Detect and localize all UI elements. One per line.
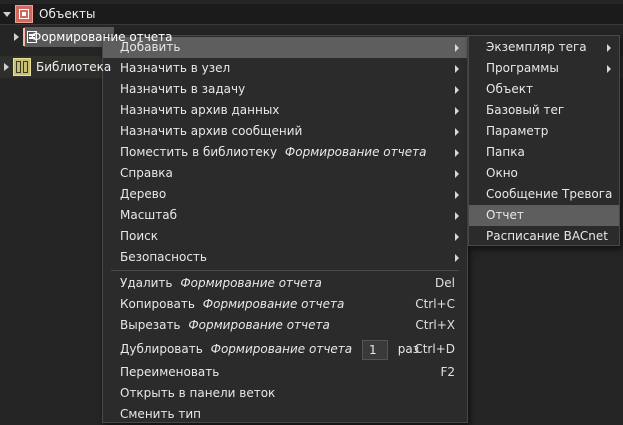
menu-item-label: Назначить в задачу [120,82,246,96]
submenu-item-report[interactable]: Отчет [469,205,619,226]
submenu-item-window[interactable]: Окно [469,163,619,184]
menu-item-open-in-branch-panel[interactable]: Открыть в панели веток [103,383,467,404]
objects-folder-icon [15,5,33,23]
submenu-arrow-icon [455,233,459,241]
menu-item-label: Переименовать [120,365,220,379]
menu-shortcut: Ctrl+C [415,297,455,311]
duplicate-count-input[interactable]: 1 [361,339,388,360]
menu-item-label: Вырезать [120,318,181,332]
submenu-arrow-icon [455,128,459,136]
submenu-arrow-icon [607,44,611,52]
menu-item-label: Назначить архив данных [120,103,280,117]
menu-item-label: Безопасность [120,250,207,264]
menu-item-label: Поиск [120,229,159,243]
tree-node-label: Объекты [39,7,96,21]
menu-item-label: Базовый тег [486,103,565,117]
menu-item-help[interactable]: Справка [103,163,467,184]
library-icon [13,58,31,76]
menu-item-label: Параметр [486,124,549,138]
menu-item-label: Объект [486,82,533,96]
tree-node-label: Библиотека [36,60,112,74]
tree-node-label: Формирование отчета [31,30,173,44]
menu-item-search[interactable]: Поиск [103,226,467,247]
submenu-arrow-icon [455,170,459,178]
menu-item-security[interactable]: Безопасность [103,247,467,268]
menu-item-target: Формирование отчета [188,318,330,332]
menu-item-label: Назначить архив сообщений [120,124,303,138]
tree-node-objects[interactable]: Объекты [0,4,623,25]
menu-shortcut: Del [435,276,455,290]
menu-item-label: Удалить [120,276,173,290]
menu-item-label: Справка [120,166,173,180]
submenu-item-base-tag[interactable]: Базовый тег [469,100,619,121]
menu-item-target: Формирование отчета [210,342,353,356]
menu-item-assign-task[interactable]: Назначить в задачу [103,79,467,100]
menu-item-label: Открыть в панели веток [120,386,276,400]
menu-item-label: Сменить тип [120,407,201,421]
submenu-item-alarm-message[interactable]: Сообщение Тревога [469,184,619,205]
menu-item-copy[interactable]: Копировать Формирование отчета Ctrl+C [103,294,467,315]
submenu-item-tag-instance[interactable]: Экземпляр тега [469,37,619,58]
submenu-item-bacnet-schedule[interactable]: Расписание BACnet [469,226,619,247]
menu-item-label: Расписание BACnet [486,229,608,243]
menu-item-label: Программы [486,61,559,75]
menu-item-change-type[interactable]: Сменить тип [103,404,467,425]
menu-item-label: Дублировать [120,342,203,356]
report-object-icon [23,28,37,46]
add-submenu: Экземпляр тега Программы Объект Базовый … [468,35,620,246]
menu-item-label: Масштаб [120,208,178,222]
menu-item-label: Сообщение Тревога [486,187,613,201]
menu-item-cut[interactable]: Вырезать Формирование отчета Ctrl+X [103,315,467,336]
menu-item-label: Поместить в библиотеку [120,145,278,159]
submenu-arrow-icon [455,44,459,52]
menu-item-place-in-library[interactable]: Поместить в библиотеку Формирование отче… [103,142,467,163]
menu-item-assign-node[interactable]: Назначить в узел [103,58,467,79]
expand-arrow-icon[interactable] [3,11,11,17]
menu-item-label: Окно [486,166,518,180]
menu-item-duplicate[interactable]: Дублировать Формирование отчета 1 раз Ct… [103,336,467,362]
menu-shortcut: Ctrl+X [415,318,455,332]
collapse-arrow-icon[interactable] [14,33,19,41]
menu-item-label: Копировать [120,297,195,311]
menu-item-delete[interactable]: Удалить Формирование отчета Del [103,273,467,294]
menu-item-rename[interactable]: Переименовать F2 [103,362,467,383]
menu-item-label: Папка [486,145,525,159]
menu-item-tree[interactable]: Дерево [103,184,467,205]
menu-item-label: Отчет [486,208,524,222]
submenu-arrow-icon [455,65,459,73]
submenu-arrow-icon [455,191,459,199]
menu-shortcut: F2 [440,365,455,379]
menu-item-scale[interactable]: Масштаб [103,205,467,226]
submenu-arrow-icon [455,149,459,157]
submenu-arrow-icon [455,107,459,115]
tree-node-report-formation[interactable]: Формирование отчета [0,27,173,47]
menu-item-assign-data-archive[interactable]: Назначить архив данных [103,100,467,121]
menu-item-target: Формирование отчета [284,145,427,159]
menu-item-target: Формирование отчета [180,276,322,290]
submenu-item-folder[interactable]: Папка [469,142,619,163]
submenu-arrow-icon [455,86,459,94]
submenu-item-parameter[interactable]: Параметр [469,121,619,142]
menu-item-label: Дерево [120,187,167,201]
submenu-arrow-icon [455,254,459,262]
submenu-arrow-icon [455,212,459,220]
menu-item-target: Формирование отчета [202,297,345,311]
submenu-item-object[interactable]: Объект [469,79,619,100]
collapse-arrow-icon[interactable] [4,63,9,71]
menu-separator [111,270,459,271]
menu-item-label: Назначить в узел [120,61,231,75]
menu-item-assign-message-archive[interactable]: Назначить архив сообщений [103,121,467,142]
submenu-arrow-icon [607,65,611,73]
menu-item-label: Экземпляр тега [486,40,587,54]
submenu-item-programs[interactable]: Программы [469,58,619,79]
context-menu: Добавить Назначить в узел Назначить в за… [102,35,468,423]
menu-shortcut: Ctrl+D [414,342,455,356]
